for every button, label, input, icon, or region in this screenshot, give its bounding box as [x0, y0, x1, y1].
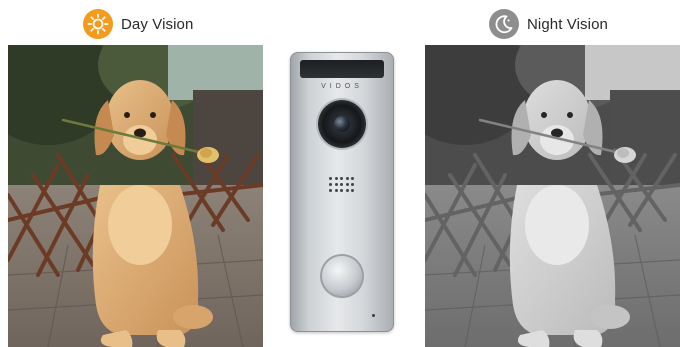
moon-icon: [495, 15, 513, 34]
doorbell-top-sensor: [300, 60, 384, 78]
night-vision-photo: [425, 45, 680, 347]
microphone-hole: [372, 314, 375, 317]
day-vision-photo: [8, 45, 263, 347]
dog-with-rose-image: [8, 45, 263, 347]
call-button: [322, 256, 362, 296]
night-vision-badge: [489, 9, 519, 39]
day-vision-badge: [83, 9, 113, 39]
dog-with-rose-night-image: [425, 45, 680, 347]
speaker-grille: [329, 177, 355, 193]
day-vision-label: Day Vision: [83, 8, 193, 40]
night-vision-text: Night Vision: [527, 15, 608, 33]
video-doorbell: VIDOS: [290, 52, 394, 332]
sun-icon: [87, 13, 109, 35]
camera-lens-icon: [318, 100, 366, 148]
night-vision-label: Night Vision: [489, 8, 608, 40]
day-vision-text: Day Vision: [121, 15, 194, 33]
doorbell-brand: VIDOS: [321, 83, 363, 90]
